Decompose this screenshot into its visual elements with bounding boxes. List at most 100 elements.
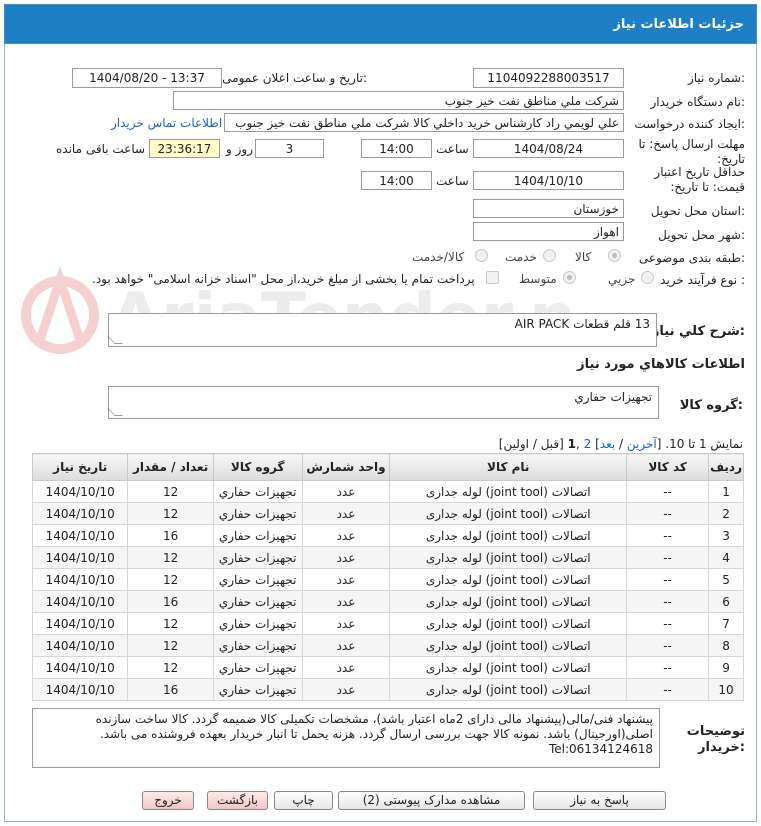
cell-goods-group: تجهيزات حفاري	[212, 546, 303, 569]
table-row[interactable]: 2 -- اتصالات (joint tool) لوله جداری عدد تجه…	[31, 502, 744, 525]
goods-group-label: گروه کالا:	[679, 398, 743, 413]
back-button[interactable]: بازگشت	[207, 791, 268, 810]
need-number-label: شماره نیاز:	[687, 71, 745, 85]
cell-need-date: 1404/10/10	[31, 546, 129, 569]
col-header-item-name[interactable]: نام کالا	[389, 453, 628, 481]
pagination-last-link[interactable]: آخرین	[627, 437, 657, 451]
goods-group-text: تجهيزات حفاري	[574, 390, 652, 404]
category-service-label: خدمت	[505, 250, 537, 264]
cell-row-number: 3	[708, 524, 744, 547]
cell-item-name: اتصالات (joint tool) لوله جداری	[389, 524, 628, 547]
cell-item-code: --	[626, 480, 710, 503]
cell-item-name: اتصالات (joint tool) لوله جداری	[389, 480, 628, 503]
reply-deadline-label: مهلت ارسال پاسخ: تا تاریخ:	[638, 137, 745, 166]
pagination-suffix: [قبل / اولین]	[498, 437, 568, 451]
process-partial-radio[interactable]	[641, 271, 654, 284]
reply-button[interactable]: پاسخ به نیاز	[533, 791, 666, 810]
category-goods-service-radio[interactable]	[475, 249, 488, 262]
cell-goods-group: تجهيزات حفاري	[212, 656, 303, 679]
table-row[interactable]: 1 -- اتصالات (joint tool) لوله جداری عدد تجه…	[31, 480, 744, 503]
price-validity-label: حداقل تاریخ اعتبار قیمت: تا تاریخ:	[654, 165, 745, 194]
cell-unit: عدد	[301, 612, 391, 635]
cell-row-number: 7	[708, 612, 744, 635]
cell-quantity: 12	[127, 612, 214, 635]
col-header-goods-group[interactable]: گروه کالا	[212, 453, 303, 481]
items-table: ردیف کد کالا نام کالا واحد شمارش گروه کا…	[31, 453, 744, 701]
table-row[interactable]: 3 -- اتصالات (joint tool) لوله جداری عدد تجه…	[31, 524, 744, 547]
col-header-unit[interactable]: واحد شمارش	[301, 453, 391, 481]
cell-item-code: --	[626, 656, 710, 679]
print-button[interactable]: چاپ	[274, 791, 333, 810]
cell-item-name: اتصالات (joint tool) لوله جداری	[389, 678, 628, 701]
cell-row-number: 6	[708, 590, 744, 613]
cell-item-code: --	[626, 502, 710, 525]
cell-quantity: 12	[127, 656, 214, 679]
cell-quantity: 12	[127, 502, 214, 525]
table-row[interactable]: 9 -- اتصالات (joint tool) لوله جداری عدد تجه…	[31, 656, 744, 679]
cell-need-date: 1404/10/10	[31, 502, 129, 525]
need-description-field: 13 قلم قطعات AIR PACK	[107, 313, 657, 347]
col-header-need-date[interactable]: تاریخ نیاز	[31, 453, 129, 481]
validity-time-field: 14:00	[361, 171, 432, 190]
cell-quantity: 12	[127, 568, 214, 591]
col-header-row-number[interactable]: ردیف	[708, 453, 744, 481]
requester-field: علي لويمي راد كارشناس خريد داخلي كالا شر…	[224, 113, 624, 132]
pagination-comma: ,	[576, 437, 584, 451]
table-row[interactable]: 5 -- اتصالات (joint tool) لوله جداری عدد تجه…	[31, 568, 744, 591]
pagination-next-link[interactable]: بعد	[600, 437, 615, 451]
cell-unit: عدد	[301, 502, 391, 525]
table-row[interactable]: 10 -- اتصالات (joint tool) لوله جداری عدد تج…	[31, 678, 744, 701]
need-number-field: 1104092288003517	[473, 68, 624, 88]
pagination-separator: /	[615, 437, 627, 451]
cell-unit: عدد	[301, 678, 391, 701]
table-header-row: ردیف کد کالا نام کالا واحد شمارش گروه کا…	[31, 453, 744, 481]
cell-unit: عدد	[301, 656, 391, 679]
cell-item-code: --	[626, 590, 710, 613]
treasury-payment-checkbox[interactable]	[486, 271, 499, 284]
category-goods-radio[interactable]	[608, 249, 621, 262]
announce-datetime-label: تاریخ و ساعت اعلان عمومی:	[222, 71, 367, 85]
exit-button[interactable]: خروج	[142, 791, 194, 810]
cell-row-number: 4	[708, 546, 744, 569]
goods-group-field: تجهيزات حفاري	[107, 386, 659, 419]
cell-need-date: 1404/10/10	[31, 590, 129, 613]
cell-goods-group: تجهيزات حفاري	[212, 480, 303, 503]
cell-unit: عدد	[301, 568, 391, 591]
cell-goods-group: تجهيزات حفاري	[212, 568, 303, 591]
cell-unit: عدد	[301, 546, 391, 569]
need-description-label: شرح کلي نياز:	[651, 324, 745, 339]
page-title: جزئیات اطلاعات نیاز	[613, 17, 744, 32]
cell-item-name: اتصالات (joint tool) لوله جداری	[389, 590, 628, 613]
table-row[interactable]: 6 -- اتصالات (joint tool) لوله جداری عدد تجه…	[31, 590, 744, 613]
announce-datetime-field: 1404/08/20 - 13:37	[72, 68, 222, 88]
table-row[interactable]: 7 -- اتصالات (joint tool) لوله جداری عدد تجه…	[31, 612, 744, 635]
cell-item-code: --	[626, 634, 710, 657]
cell-need-date: 1404/10/10	[31, 568, 129, 591]
cell-need-date: 1404/10/10	[31, 480, 129, 503]
col-header-quantity[interactable]: تعداد / مقدار	[127, 453, 214, 481]
category-service-radio[interactable]	[543, 249, 556, 262]
view-attachments-button[interactable]: مشاهده مدارک پیوستی (2)	[338, 791, 525, 810]
buyer-contact-link[interactable]: اطلاعات تماس خریدار	[111, 116, 222, 130]
city-field: اهواز	[473, 222, 624, 241]
buyer-notes-line-1: پیشنهاد فنی/مالی(پیشنهاد مالی دارای 2ماه…	[95, 712, 653, 726]
cell-quantity: 12	[127, 634, 214, 657]
cell-item-code: --	[626, 612, 710, 635]
table-row[interactable]: 8 -- اتصالات (joint tool) لوله جداری عدد تجه…	[31, 634, 744, 657]
col-header-item-code[interactable]: کد کالا	[626, 453, 710, 481]
cell-row-number: 5	[708, 568, 744, 591]
process-medium-label: متوسط	[519, 272, 557, 286]
cell-row-number: 9	[708, 656, 744, 679]
table-row[interactable]: 4 -- اتصالات (joint tool) لوله جداری عدد تجه…	[31, 546, 744, 569]
resize-grip-icon[interactable]	[107, 336, 123, 344]
cell-row-number: 8	[708, 634, 744, 657]
category-goods-label: كالا	[575, 250, 592, 264]
remaining-label: ساعت باقی مانده	[56, 142, 146, 156]
pagination-current-page: 1	[567, 437, 576, 451]
validity-time-label: ساعت	[436, 174, 469, 188]
resize-grip-icon[interactable]	[107, 408, 123, 416]
cell-item-name: اتصالات (joint tool) لوله جداری	[389, 546, 628, 569]
page-header: جزئیات اطلاعات نیاز	[4, 4, 757, 44]
process-medium-radio[interactable]	[563, 271, 576, 284]
goods-info-heading: اطلاعات کالاهاي مورد نياز	[577, 357, 745, 372]
